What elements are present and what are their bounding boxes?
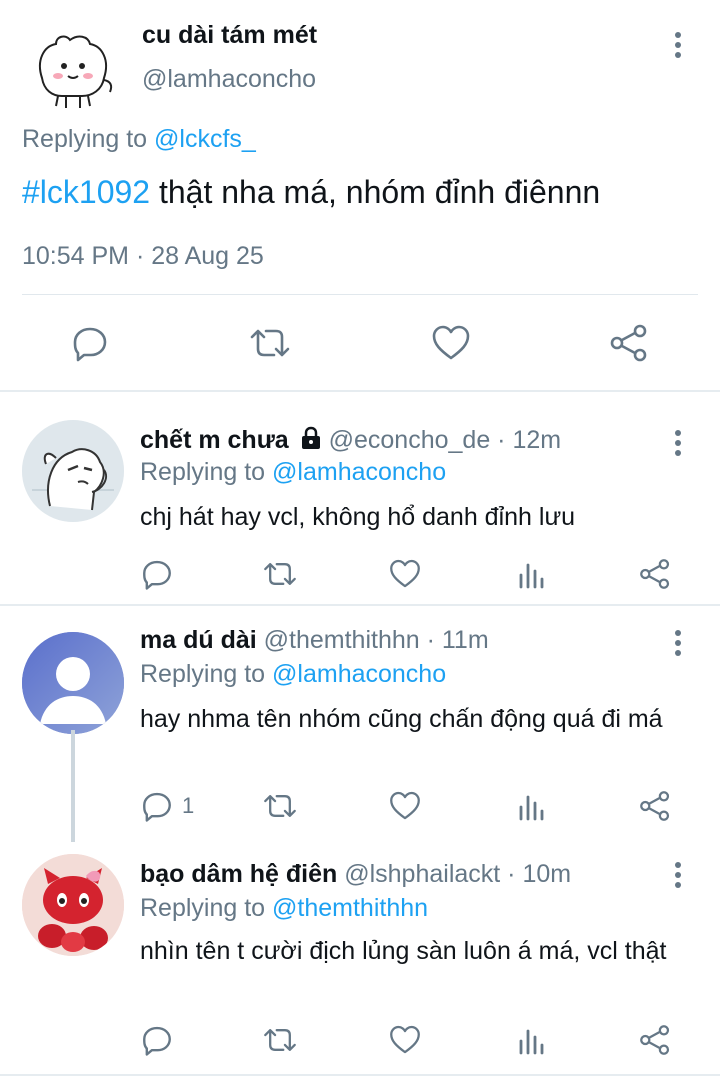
more-options-icon[interactable] xyxy=(668,860,688,890)
reply-author-name[interactable]: bạo dâm hệ điên xyxy=(140,860,337,888)
reply-header: bạo dâm hệ điên @lshphailackt · 10m xyxy=(140,858,571,890)
more-options-icon[interactable] xyxy=(668,628,688,658)
replying-prefix: Replying to xyxy=(140,458,266,486)
replying-to-line: Replying to @themthithhn xyxy=(140,892,428,924)
share-button[interactable] xyxy=(638,1020,672,1060)
reply-button[interactable] xyxy=(70,318,110,368)
replying-to-link[interactable]: @lckcfs_ xyxy=(154,125,256,153)
share-icon xyxy=(610,324,647,362)
like-button[interactable] xyxy=(388,554,422,594)
reply-handle-time: @econcho_de · 12m xyxy=(328,426,562,454)
reply-actions: 1 xyxy=(140,786,700,826)
analytics-button[interactable] xyxy=(516,554,546,594)
more-options-icon[interactable] xyxy=(668,428,688,458)
tweet-actions xyxy=(0,318,720,368)
analytics-icon xyxy=(519,795,544,821)
share-icon xyxy=(640,1025,670,1055)
reply-avatar[interactable] xyxy=(22,854,124,956)
reply-handle-time: @themthithhn · 11m xyxy=(263,626,489,654)
reply-tweet[interactable]: bạo dâm hệ điên @lshphailackt · 10m Repl… xyxy=(0,840,720,1077)
section-divider xyxy=(0,1074,720,1076)
reply-tweet[interactable]: chết m chưa @econcho_de · 12m Replying t… xyxy=(0,392,720,604)
reply-tweet[interactable]: ma dú dài @themthithhn · 11m Replying to… xyxy=(0,606,720,828)
tweet-body: thật nha má, nhóm đỉnh điênnn xyxy=(150,174,601,210)
reply-handle-time: @lshphailackt · 10m xyxy=(344,860,572,888)
share-icon xyxy=(640,791,670,821)
replying-to-line: Replying to @lckcfs_ xyxy=(22,122,256,156)
like-icon xyxy=(390,1025,420,1054)
reply-count: 1 xyxy=(182,793,195,818)
divider xyxy=(22,294,698,295)
retweet-button[interactable] xyxy=(262,554,298,594)
reply-text: hay nhma tên nhóm cũng chấn động quá đi … xyxy=(140,705,663,733)
more-options-icon[interactable] xyxy=(668,30,688,60)
reply-button[interactable]: 1 xyxy=(140,786,194,826)
reply-author-name[interactable]: ma dú dài xyxy=(140,626,257,654)
analytics-icon xyxy=(519,563,544,589)
replying-prefix: Replying to xyxy=(140,894,266,922)
replying-prefix: Replying to xyxy=(22,125,148,153)
hamster-avatar-icon xyxy=(22,20,120,118)
share-icon xyxy=(640,559,670,589)
author-handle[interactable]: @lamhaconcho xyxy=(142,64,316,94)
reply-icon xyxy=(143,792,171,822)
lock-icon xyxy=(300,426,322,450)
analytics-button[interactable] xyxy=(516,786,546,826)
like-button[interactable] xyxy=(430,318,472,368)
retweet-button[interactable] xyxy=(248,318,292,368)
reply-button[interactable] xyxy=(140,554,182,594)
retweet-button[interactable] xyxy=(262,786,298,826)
share-button[interactable] xyxy=(638,554,672,594)
reply-icon xyxy=(143,1026,171,1056)
reply-actions xyxy=(140,554,700,594)
tweet-text: #lck1092 thật nha má, nhóm đỉnh điênnn xyxy=(22,170,600,214)
default-user-avatar-icon xyxy=(22,632,124,734)
like-button[interactable] xyxy=(388,1020,422,1060)
strawberry-kitty-avatar-icon xyxy=(22,854,124,956)
reply-icon xyxy=(73,327,107,362)
replying-prefix: Replying to xyxy=(140,660,266,688)
replying-to-link[interactable]: @lamhaconcho xyxy=(272,660,446,688)
author-avatar[interactable] xyxy=(22,20,120,118)
thread-connector xyxy=(71,730,75,842)
reply-avatar[interactable] xyxy=(22,632,124,734)
like-button[interactable] xyxy=(388,786,422,826)
retweet-icon xyxy=(264,795,296,817)
sketch-dog-avatar-icon xyxy=(22,420,124,522)
retweet-icon xyxy=(264,1029,296,1051)
retweet-button[interactable] xyxy=(262,1020,298,1060)
replying-to-line: Replying to @lamhaconcho xyxy=(140,456,446,488)
share-button[interactable] xyxy=(608,318,650,368)
replying-to-link[interactable]: @themthithhn xyxy=(272,894,428,922)
like-icon xyxy=(390,559,420,588)
like-icon xyxy=(432,325,470,360)
hashtag-link[interactable]: #lck1092 xyxy=(22,174,150,210)
reply-text: chj hát hay vcl, không hổ danh đỉnh lưu xyxy=(140,503,576,531)
main-tweet: cu dài tám mét @lamhaconcho Replying to … xyxy=(0,0,720,390)
retweet-icon xyxy=(264,563,296,585)
replying-to-link[interactable]: @lamhaconcho xyxy=(272,458,446,486)
tweet-timestamp: 10:54 PM · 28 Aug 25 xyxy=(22,242,264,270)
analytics-button[interactable] xyxy=(516,1020,546,1060)
reply-avatar[interactable] xyxy=(22,420,124,522)
reply-author-name[interactable]: chết m chưa xyxy=(140,426,289,454)
reply-header: ma dú dài @themthithhn · 11m xyxy=(140,624,489,656)
analytics-icon xyxy=(519,1029,544,1055)
replying-to-line: Replying to @lamhaconcho xyxy=(140,658,446,690)
reply-text: nhìn tên t cười địch lủng sàn luôn á má,… xyxy=(140,937,667,965)
retweet-icon xyxy=(250,329,290,357)
reply-header: chết m chưa @econcho_de · 12m xyxy=(140,424,561,456)
reply-button[interactable] xyxy=(140,1020,182,1060)
like-icon xyxy=(390,791,420,820)
reply-icon xyxy=(143,560,171,590)
author-name[interactable]: cu dài tám mét xyxy=(142,20,317,50)
reply-actions xyxy=(140,1020,700,1060)
share-button[interactable] xyxy=(638,786,672,826)
